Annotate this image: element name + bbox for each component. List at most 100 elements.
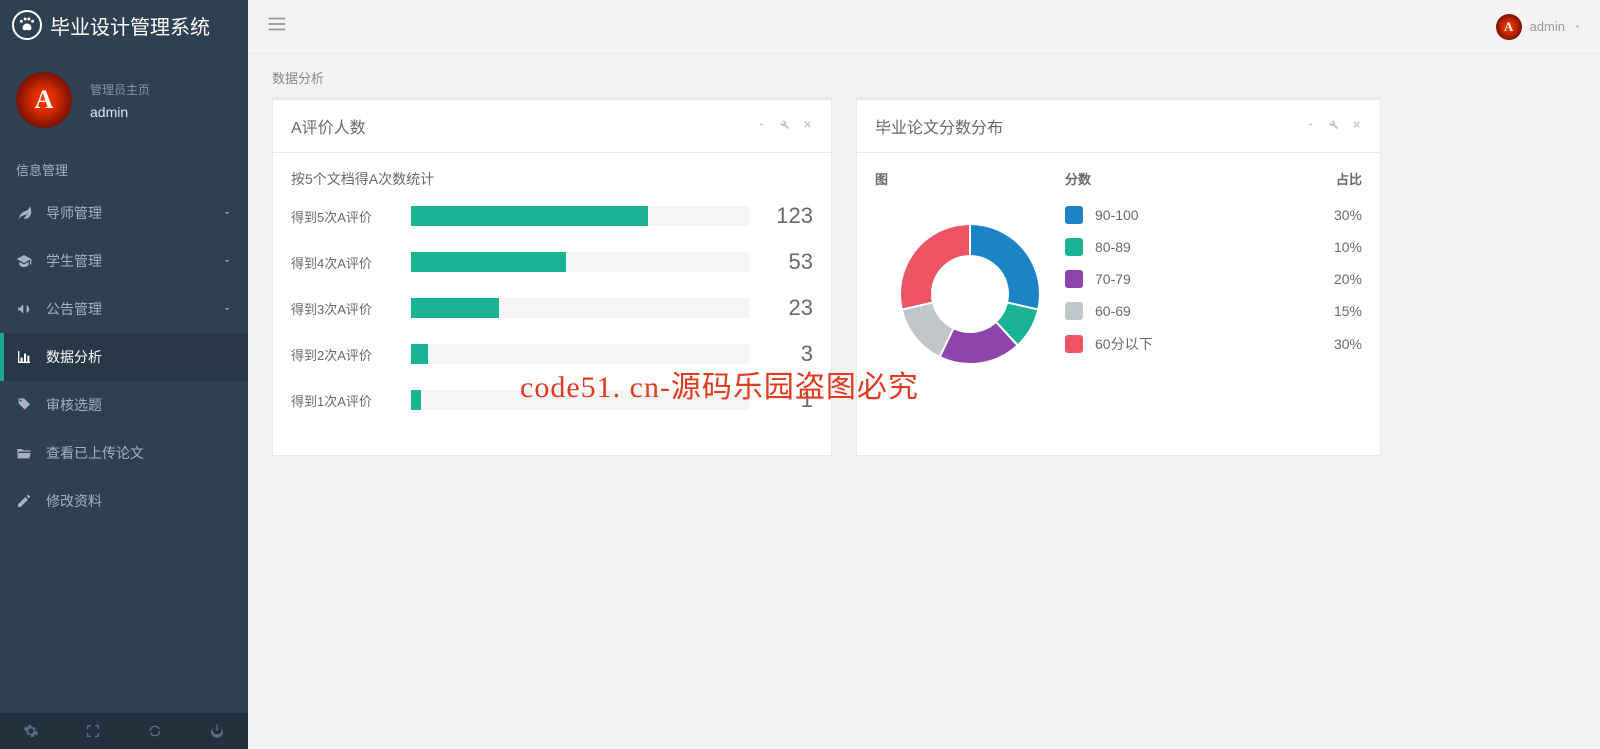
legend-label: 60-69 (1095, 303, 1302, 319)
refresh-button[interactable] (124, 713, 186, 749)
bar-row: 得到3次A评价 23 (291, 295, 813, 321)
graduation-icon (16, 253, 34, 269)
legend-label: 70-79 (1095, 271, 1302, 287)
bar-track (411, 298, 749, 318)
power-button[interactable] (186, 713, 248, 749)
bar-row: 得到2次A评价 3 (291, 341, 813, 367)
chevron-down-icon (222, 301, 232, 317)
legend-row: 80-8910% (1065, 238, 1362, 256)
bar-label: 得到5次A评价 (291, 207, 411, 226)
user-name: admin (1530, 19, 1565, 34)
profile-role: 管理员主页 (90, 81, 150, 98)
legend-percent: 20% (1302, 271, 1362, 287)
bar-value: 123 (763, 203, 813, 229)
bar-value: 53 (763, 249, 813, 275)
sidebar-section-label: 信息管理 (0, 150, 248, 189)
sidebar-item-label: 数据分析 (46, 347, 102, 367)
panel-score-distribution: 毕业论文分数分布 图 分数 占比 (856, 97, 1381, 456)
chevron-down-icon (222, 205, 232, 221)
col-chart: 图 (875, 169, 1065, 188)
sidebar-item-label: 审核选题 (46, 395, 102, 415)
folder-open-icon (16, 445, 34, 461)
chevron-down-icon (222, 253, 232, 269)
bar-label: 得到1次A评价 (291, 391, 411, 410)
donut-slice (970, 224, 1040, 310)
legend-swatch (1065, 238, 1083, 256)
legend-label: 80-89 (1095, 239, 1302, 255)
avatar: A (1496, 14, 1522, 40)
legend-swatch (1065, 335, 1083, 353)
legend-percent: 10% (1302, 239, 1362, 255)
sidebar-nav: 导师管理学生管理公告管理数据分析审核选题查看已上传论文修改资料 (0, 189, 248, 713)
hamburger-icon[interactable] (266, 13, 288, 40)
legend-row: 70-7920% (1065, 270, 1362, 288)
sidebar-item[interactable]: 数据分析 (0, 333, 248, 381)
sidebar-item-label: 修改资料 (46, 491, 102, 511)
legend-swatch (1065, 270, 1083, 288)
chevron-down-icon (1573, 22, 1582, 31)
legend-percent: 30% (1302, 207, 1362, 223)
collapse-icon[interactable] (756, 117, 767, 135)
close-icon[interactable] (1351, 117, 1362, 135)
bar-row: 得到1次A评价 1 (291, 387, 813, 413)
legend-label: 90-100 (1095, 207, 1302, 223)
col-score: 分数 (1065, 169, 1282, 188)
profile-block: A 管理员主页 admin (0, 50, 248, 150)
leaf-icon (16, 205, 34, 221)
topbar: A admin (248, 0, 1600, 54)
bar-label: 得到2次A评价 (291, 345, 411, 364)
breadcrumb: 数据分析 (248, 54, 1600, 97)
close-icon[interactable] (802, 117, 813, 135)
donut-chart (875, 206, 1065, 374)
legend-percent: 15% (1302, 303, 1362, 319)
donut-slice (900, 224, 970, 310)
legend-percent: 30% (1302, 336, 1362, 352)
paw-icon (12, 10, 42, 40)
tag-icon (16, 397, 34, 413)
bar-value: 1 (763, 387, 813, 413)
bar-value: 3 (763, 341, 813, 367)
avatar: A (16, 72, 72, 128)
legend-row: 60分以下30% (1065, 334, 1362, 354)
col-ratio: 占比 (1282, 169, 1362, 188)
bar-chart-icon (16, 349, 34, 365)
legend-swatch (1065, 302, 1083, 320)
panel-title: A评价人数 (291, 114, 366, 138)
bar-value: 23 (763, 295, 813, 321)
settings-button[interactable] (0, 713, 62, 749)
profile-name: admin (90, 104, 150, 120)
fullscreen-button[interactable] (62, 713, 124, 749)
bar-track (411, 206, 749, 226)
bar-label: 得到4次A评价 (291, 253, 411, 272)
bar-row: 得到4次A评价 53 (291, 249, 813, 275)
main: A admin 数据分析 A评价人数 按5个文档得A次数统计 (248, 0, 1600, 749)
panel-title: 毕业论文分数分布 (875, 114, 1003, 138)
sidebar-item[interactable]: 修改资料 (0, 477, 248, 525)
sidebar: 毕业设计管理系统 A 管理员主页 admin 信息管理 导师管理学生管理公告管理… (0, 0, 248, 749)
legend-swatch (1065, 206, 1083, 224)
sidebar-item[interactable]: 查看已上传论文 (0, 429, 248, 477)
edit-icon (16, 493, 34, 509)
user-menu[interactable]: A admin (1496, 14, 1582, 40)
sidebar-item-label: 导师管理 (46, 203, 102, 223)
bar-label: 得到3次A评价 (291, 299, 411, 318)
logo-row: 毕业设计管理系统 (0, 0, 248, 50)
panel-subtitle: 按5个文档得A次数统计 (291, 169, 813, 189)
wrench-icon[interactable] (779, 117, 790, 135)
sidebar-item-label: 公告管理 (46, 299, 102, 319)
sidebar-bottom-bar (0, 713, 248, 749)
legend-row: 90-10030% (1065, 206, 1362, 224)
legend-label: 60分以下 (1095, 334, 1302, 354)
sidebar-item[interactable]: 学生管理 (0, 237, 248, 285)
bar-track (411, 344, 749, 364)
bullhorn-icon (16, 301, 34, 317)
sidebar-item[interactable]: 导师管理 (0, 189, 248, 237)
sidebar-item[interactable]: 审核选题 (0, 381, 248, 429)
sidebar-item[interactable]: 公告管理 (0, 285, 248, 333)
app-title: 毕业设计管理系统 (50, 11, 210, 40)
collapse-icon[interactable] (1305, 117, 1316, 135)
panel-a-ratings: A评价人数 按5个文档得A次数统计 得到5次A评价123得到4次A评价53得到3… (272, 97, 832, 456)
wrench-icon[interactable] (1328, 117, 1339, 135)
bar-row: 得到5次A评价 123 (291, 203, 813, 229)
sidebar-item-label: 学生管理 (46, 251, 102, 271)
